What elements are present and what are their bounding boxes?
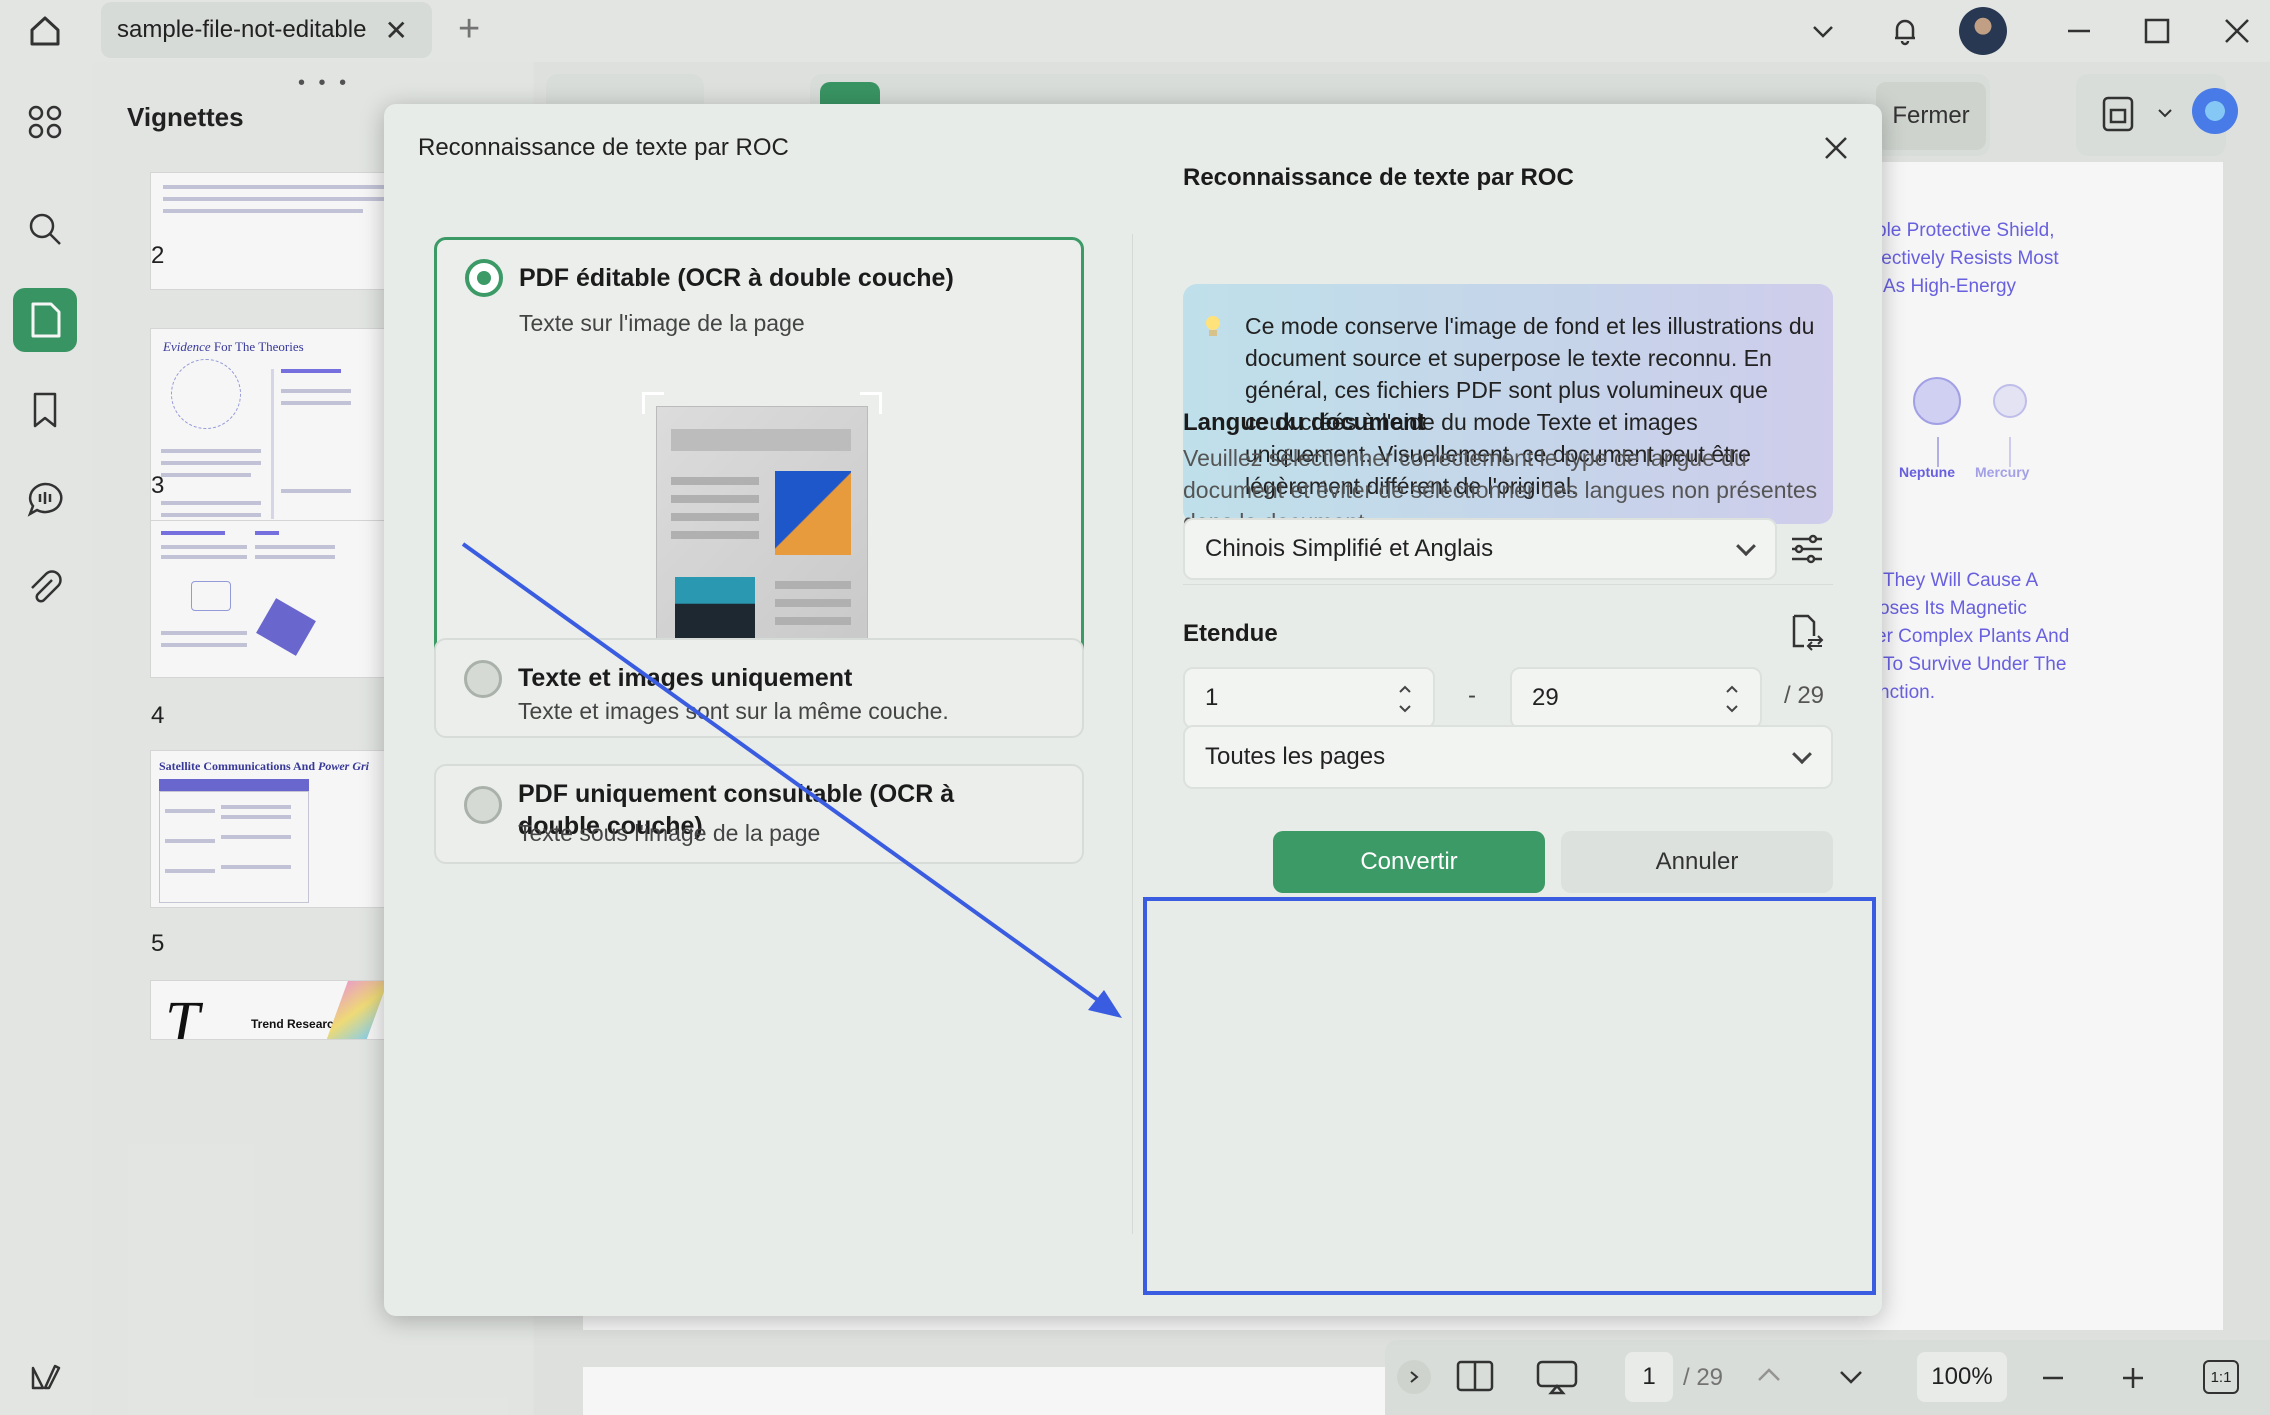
annotation-arrow	[461, 542, 1122, 1018]
annotation-highlight-box	[1143, 897, 1876, 1295]
